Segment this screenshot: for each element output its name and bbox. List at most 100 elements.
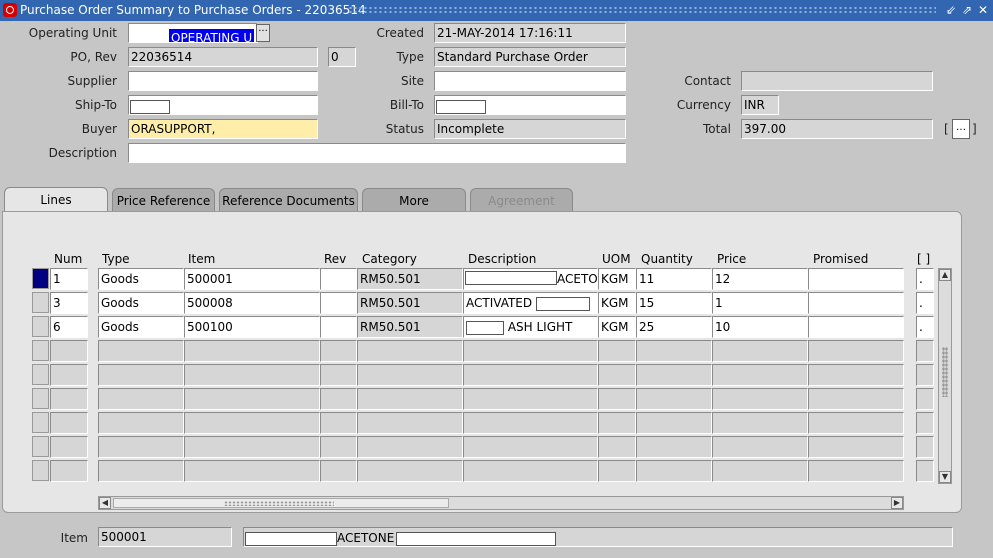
empty-grid-cell[interactable] [712,364,808,386]
empty-grid-cell[interactable] [98,388,184,410]
operating-unit-field[interactable]: OPERATING U [128,23,258,43]
empty-grid-cell[interactable] [598,436,636,458]
empty-grid-cell[interactable] [463,340,598,362]
empty-grid-cell[interactable] [808,460,904,482]
line-price-cell[interactable]: 12 [712,268,808,290]
row-indicator[interactable] [32,388,49,409]
scroll-right-icon[interactable]: ▶ [891,497,903,509]
line-promised-cell[interactable] [808,292,904,314]
line-uom-cell[interactable]: KGM [598,292,636,314]
row-indicator[interactable] [32,436,49,457]
scroll-grip[interactable] [942,347,948,397]
row-indicator[interactable] [32,316,49,337]
empty-grid-cell[interactable] [320,460,357,482]
line-category-cell[interactable]: RM50.501 [357,292,463,314]
supplier-field[interactable] [128,71,318,91]
empty-grid-cell[interactable] [50,412,88,434]
empty-grid-cell[interactable] [357,412,463,434]
empty-grid-cell[interactable] [916,460,934,482]
tab-lines[interactable]: Lines [4,187,108,213]
empty-grid-cell[interactable] [357,388,463,410]
empty-grid-cell[interactable] [320,364,357,386]
maximize-icon[interactable]: ⇗ [960,2,974,18]
line-folder-cell[interactable]: . [916,292,934,314]
empty-grid-cell[interactable] [808,364,904,386]
site-field[interactable] [434,71,626,91]
line-folder-cell[interactable]: . [916,268,934,290]
line-item-cell[interactable]: 500001 [184,268,320,290]
empty-grid-cell[interactable] [598,460,636,482]
empty-grid-cell[interactable] [463,364,598,386]
empty-grid-cell[interactable] [463,412,598,434]
line-num-cell[interactable]: 6 [50,316,88,338]
empty-grid-cell[interactable] [320,340,357,362]
empty-grid-cell[interactable] [50,340,88,362]
empty-grid-cell[interactable] [184,388,320,410]
bill-to-field[interactable] [434,95,626,115]
row-indicator[interactable] [32,340,49,361]
empty-grid-cell[interactable] [712,340,808,362]
empty-grid-cell[interactable] [98,340,184,362]
tab-more[interactable]: More [362,188,466,212]
line-num-cell[interactable]: 1 [50,268,88,290]
empty-grid-cell[interactable] [808,412,904,434]
empty-grid-cell[interactable] [463,460,598,482]
contact-field[interactable] [741,71,933,91]
scroll-up-icon[interactable]: ▲ [939,269,951,281]
empty-grid-cell[interactable] [357,436,463,458]
line-type-cell[interactable]: Goods [98,268,184,290]
empty-grid-cell[interactable] [357,364,463,386]
close-icon[interactable]: ✕ [976,2,990,18]
operating-unit-lov-button[interactable]: ··· [256,24,270,42]
lines-horizontal-scrollbar[interactable]: ◀ ▶ [98,496,904,510]
line-quantity-cell[interactable]: 11 [636,268,712,290]
empty-grid-cell[interactable] [636,412,712,434]
empty-grid-cell[interactable] [50,436,88,458]
empty-grid-cell[interactable] [712,436,808,458]
empty-grid-cell[interactable] [808,436,904,458]
line-uom-cell[interactable]: KGM [598,268,636,290]
line-type-cell[interactable]: Goods [98,292,184,314]
empty-grid-cell[interactable] [463,388,598,410]
line-rev-cell[interactable] [320,292,357,314]
line-category-cell[interactable]: RM50.501 [357,268,463,290]
row-indicator[interactable] [32,292,49,313]
empty-grid-cell[interactable] [98,436,184,458]
line-rev-cell[interactable] [320,268,357,290]
lines-vertical-scrollbar[interactable]: ▲ ▼ [938,268,952,484]
empty-grid-cell[interactable] [320,388,357,410]
empty-grid-cell[interactable] [98,460,184,482]
empty-grid-cell[interactable] [636,436,712,458]
empty-grid-cell[interactable] [50,364,88,386]
line-description-cell[interactable]: ASH LIGHT [463,316,598,338]
empty-grid-cell[interactable] [916,364,934,386]
line-promised-cell[interactable] [808,316,904,338]
tab-price-reference[interactable]: Price Reference [112,188,215,212]
line-rev-cell[interactable] [320,316,357,338]
line-item-cell[interactable]: 500008 [184,292,320,314]
empty-grid-cell[interactable] [808,388,904,410]
tab-reference-documents[interactable]: Reference Documents [219,188,358,212]
empty-grid-cell[interactable] [712,412,808,434]
empty-grid-cell[interactable] [636,460,712,482]
line-type-cell[interactable]: Goods [98,316,184,338]
line-price-cell[interactable]: 1 [712,292,808,314]
empty-grid-cell[interactable] [463,436,598,458]
empty-grid-cell[interactable] [712,460,808,482]
empty-grid-cell[interactable] [636,364,712,386]
line-uom-cell[interactable]: KGM [598,316,636,338]
scroll-left-icon[interactable]: ◀ [99,497,111,509]
restore-icon[interactable]: ⇙ [944,2,958,18]
line-item-cell[interactable]: 500100 [184,316,320,338]
row-indicator[interactable] [32,460,49,481]
line-quantity-cell[interactable]: 15 [636,292,712,314]
row-indicator[interactable] [32,412,49,433]
empty-grid-cell[interactable] [50,460,88,482]
empty-grid-cell[interactable] [916,388,934,410]
empty-grid-cell[interactable] [320,412,357,434]
row-indicator[interactable] [32,364,49,385]
empty-grid-cell[interactable] [320,436,357,458]
scroll-down-icon[interactable]: ▼ [939,471,951,483]
line-category-cell[interactable]: RM50.501 [357,316,463,338]
line-folder-cell[interactable]: . [916,316,934,338]
